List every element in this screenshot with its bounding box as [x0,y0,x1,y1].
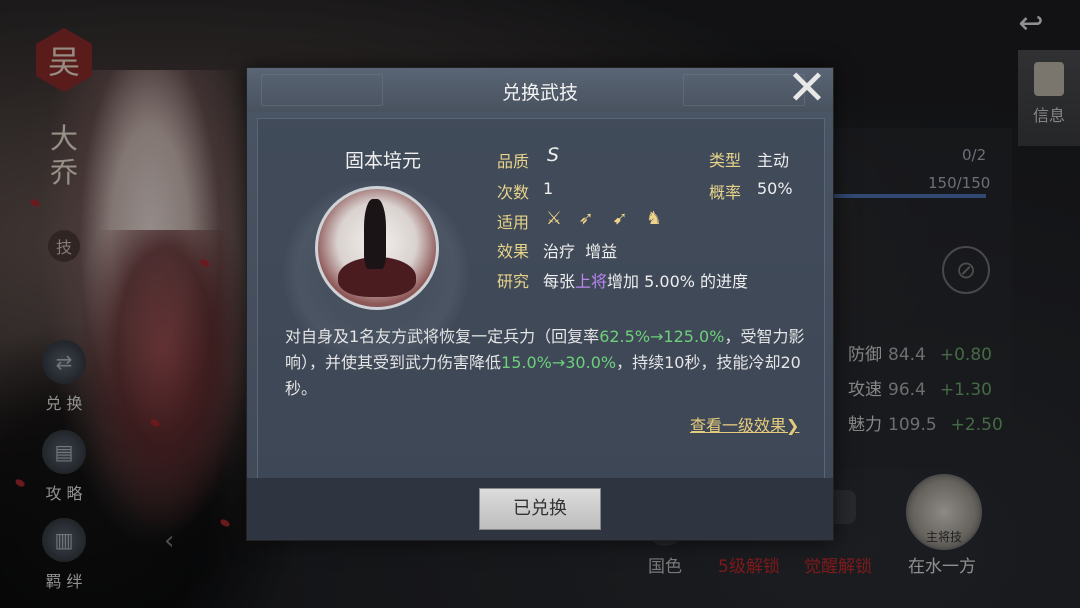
quality-grade: S [547,144,560,166]
horse-icon: ♞ [645,208,663,229]
view-level1-link[interactable]: 查看一级效果❯ [690,412,799,436]
research-value: 每张上将增加 5.00% 的进度 [543,268,748,292]
research-highlight: 上将 [575,272,608,291]
chance-value: 50% [757,179,793,198]
desc-highlight: 62.5%→125.0% [599,327,725,346]
type-value: 主动 [757,151,790,170]
spear-icon: ➹ [612,208,628,229]
type-label: 类型 [709,151,742,170]
skill-description: 对自身及1名友方武将恢复一定兵力（回复率62.5%→125.0%，受智力影响），… [285,324,805,402]
effect-label: 效果 [497,242,530,261]
chance-label: 概率 [709,183,742,202]
close-icon[interactable]: ✕ [783,64,831,112]
skill-name: 固本培元 [344,150,421,172]
figure-silhouette [364,199,386,269]
desc-part: 对自身及1名友方武将恢复一定兵力（回复率 [285,327,600,346]
exchanged-button[interactable]: 已兑换 [479,488,601,530]
dialog-footer: 已兑换 [247,478,833,540]
research-pre: 每张 [543,272,576,291]
bow-icon: ➶ [578,208,594,229]
quality-value: S [547,144,559,166]
count-label: 次数 [497,183,530,202]
exchange-skill-dialog: 兑换武技 ✕ 固本培元 品质 S 类型 主动 次数 1 概率 50% 适用 ⚔ … [247,64,833,540]
count-value: 1 [543,179,554,198]
desc-highlight: 15.0%→30.0% [501,353,617,372]
quality-label: 品质 [497,152,530,171]
apply-label: 适用 [497,213,530,232]
skill-icon [315,186,439,310]
research-label: 研究 [497,272,530,291]
dialog-title: 兑换武技 [501,82,578,104]
effect-value: 治疗 增益 [543,242,618,261]
research-post: 增加 5.00% 的进度 [607,272,749,291]
sword-icon: ⚔ [545,208,563,229]
